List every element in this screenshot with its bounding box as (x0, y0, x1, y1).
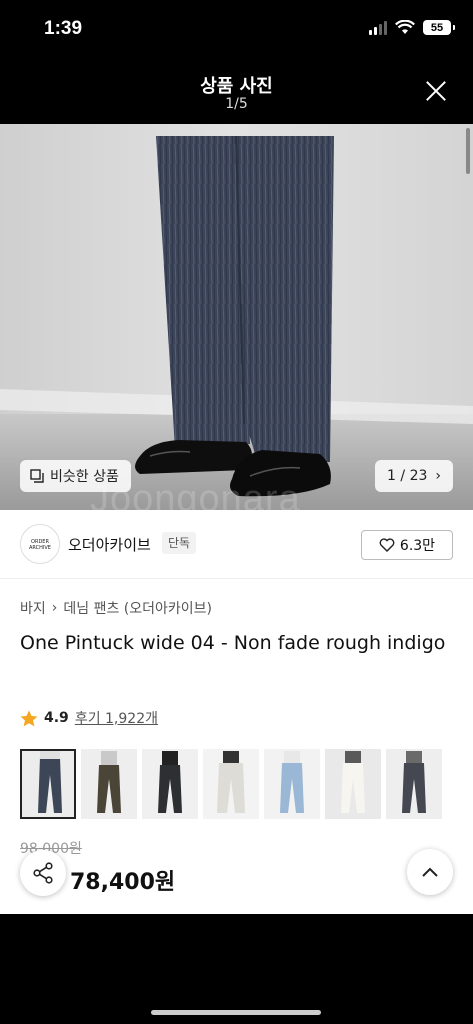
status-time: 1:39 (44, 18, 83, 39)
rating-row: 4.9 후기 1,922개 (20, 708, 158, 728)
sale-price: 78,400원 (70, 870, 176, 895)
status-icons: 55 (369, 20, 455, 35)
thumbnail-strip (20, 749, 442, 819)
chevron-up-icon (422, 867, 438, 877)
heart-icon (379, 538, 395, 552)
product-title: One Pintuck wide 04 - Non fade rough ind… (20, 632, 446, 654)
thumbnail-light-blue[interactable] (264, 749, 320, 819)
thumbnail-cream[interactable] (325, 749, 381, 819)
rating-value: 4.9 (44, 710, 69, 726)
scroll-indicator (466, 128, 470, 174)
seller-logo[interactable]: ORDER ARCHIVE (20, 524, 60, 564)
scroll-top-button[interactable] (407, 849, 453, 895)
similar-products-label: 비슷한 상품 (50, 469, 119, 485)
thumbnail-indigo[interactable] (20, 749, 76, 819)
exclusive-badge: 단독 (162, 532, 197, 554)
photo-counter-button[interactable]: 1 / 23 › (375, 460, 453, 492)
status-bar: 1:39 55 (0, 0, 473, 60)
breadcrumb-item[interactable]: 바지 (20, 598, 46, 618)
chevron-right-icon: › (51, 600, 58, 616)
wifi-icon (395, 20, 415, 34)
breadcrumb: 바지 › 데님 팬츠 (오더아카이브) (20, 598, 212, 618)
seller-row[interactable]: ORDER ARCHIVE 오더아카이브 단독 6.3만 (0, 510, 473, 579)
product-sheet: Joongonara 비슷한 상품 1 / 23 › ORDER ARCHIVE… (0, 124, 473, 914)
photo-page-indicator: 1/5 (225, 96, 248, 112)
thumbnail-charcoal[interactable] (386, 749, 442, 819)
thumbnail-brown[interactable] (81, 749, 137, 819)
pants-image (0, 124, 473, 510)
page-title: 상품 사진 (200, 76, 273, 97)
reviews-link[interactable]: 후기 1,922개 (75, 708, 158, 728)
photo-counter: 1 / 23 (387, 468, 428, 484)
battery-icon: 55 (423, 20, 455, 35)
share-button[interactable] (20, 850, 66, 896)
star-icon (20, 710, 38, 726)
chevron-right-icon: › (435, 468, 441, 484)
share-icon (33, 862, 53, 884)
home-indicator[interactable] (151, 1010, 321, 1015)
signal-icon (369, 20, 387, 35)
product-photo[interactable]: Joongonara 비슷한 상품 1 / 23 › (0, 124, 473, 510)
thumbnail-white[interactable] (203, 749, 259, 819)
breadcrumb-item[interactable]: 데님 팬츠 (오더아카이브) (63, 598, 212, 618)
thumbnail-black[interactable] (142, 749, 198, 819)
similar-icon (30, 469, 44, 483)
svg-text:ARCHIVE: ARCHIVE (29, 545, 51, 551)
like-button[interactable]: 6.3만 (361, 530, 453, 560)
close-button[interactable] (419, 74, 453, 108)
like-count: 6.3만 (399, 538, 436, 554)
seller-name[interactable]: 오더아카이브 (68, 534, 151, 555)
similar-products-button[interactable]: 비슷한 상품 (20, 460, 131, 492)
photo-viewer-header: 상품 사진 1/5 (0, 60, 473, 124)
